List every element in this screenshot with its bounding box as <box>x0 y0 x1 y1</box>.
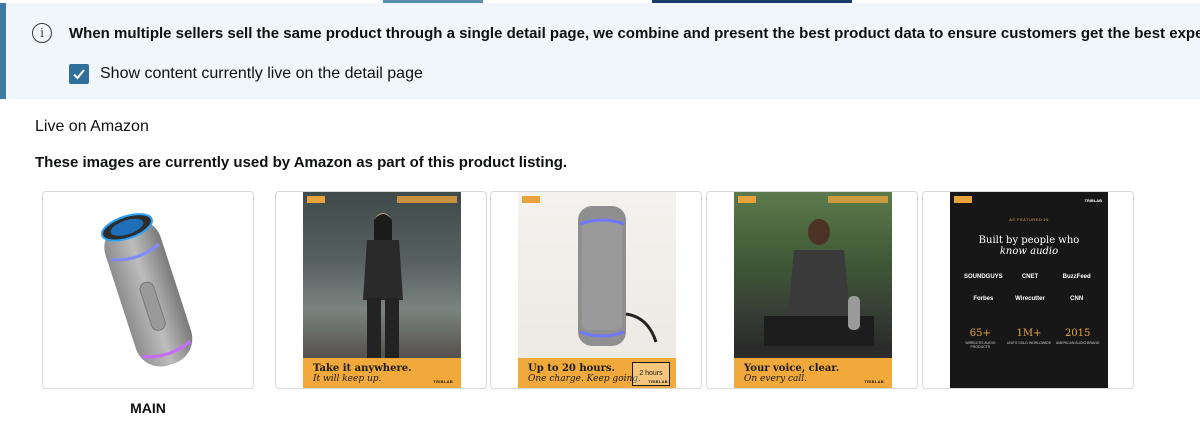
press-features-image: TRIBLAB AS FEATURED IN Built by people w… <box>950 192 1108 388</box>
new-badge <box>954 196 972 203</box>
press-logo: BuzzFeed <box>1062 274 1091 280</box>
speaker-main-image <box>43 192 253 388</box>
press-subline: know audio <box>999 246 1059 257</box>
stat-value: 2015 <box>1064 328 1091 339</box>
feature-tags <box>828 196 888 203</box>
press-logo: Wirecutter <box>1015 296 1045 302</box>
image-card-4[interactable]: Your voice, clear. On every call. TRIBLA… <box>706 191 918 389</box>
info-banner: i When multiple sellers sell the same pr… <box>0 3 1200 99</box>
feature-tags <box>397 196 457 203</box>
brand-logo: TRIBLAB <box>648 379 668 384</box>
checkmark-icon <box>73 69 85 80</box>
caption-strip: Take it anywhere. It will keep up. TRIBL… <box>303 358 461 388</box>
image-headline: Up to 20 hours. <box>528 363 615 374</box>
stat-label: AMERICAN AUDIO BRAND <box>1055 341 1100 345</box>
section-title: Live on Amazon <box>35 118 149 135</box>
section-description: These images are currently used by Amazo… <box>35 154 568 171</box>
lifestyle-image-outdoor: Take it anywhere. It will keep up. TRIBL… <box>303 192 461 388</box>
press-logo: Forbes <box>973 296 994 302</box>
new-badge <box>307 196 325 203</box>
stat: 2015 AMERICAN AUDIO BRAND <box>1053 328 1102 349</box>
caption-strip: Your voice, clear. On every call. TRIBLA… <box>734 358 892 388</box>
brand-logo: TRIBLAB <box>433 379 453 384</box>
new-badge <box>522 196 540 203</box>
stat-label: WIRELESS AUDIO PRODUCTS <box>965 341 996 349</box>
speaker-upright <box>578 206 658 346</box>
show-live-content-checkbox[interactable] <box>69 64 89 84</box>
person-grilling <box>764 219 874 346</box>
info-icon: i <box>32 23 52 43</box>
image-subline: One charge. Keep going. <box>528 374 641 384</box>
press-logo: CNN <box>1070 296 1084 302</box>
image-headline: Your voice, clear. <box>744 363 840 374</box>
person-figure <box>363 213 403 358</box>
press-logo: SOUNDGUYS <box>963 274 1003 280</box>
checkbox-label[interactable]: Show content currently live on the detai… <box>100 65 423 83</box>
featured-label: AS FEATURED IN <box>1009 217 1049 222</box>
image-headline: Take it anywhere. <box>313 363 412 374</box>
stat-value: 1M+ <box>1016 328 1042 339</box>
image-card-2[interactable]: Take it anywhere. It will keep up. TRIBL… <box>275 191 487 389</box>
stat-label: UNITS SOLD WORLDWIDE <box>1006 341 1052 345</box>
caption-strip: Up to 20 hours. One charge. Keep going. … <box>518 358 676 388</box>
stats-row: 65+ WIRELESS AUDIO PRODUCTS 1M+ UNITS SOLD… <box>956 328 1102 349</box>
lifestyle-image-grill: Your voice, clear. On every call. TRIBLA… <box>734 192 892 388</box>
image-card-5[interactable]: TRIBLAB AS FEATURED IN Built by people w… <box>922 191 1134 389</box>
stat-value: 65+ <box>969 328 991 339</box>
brand-logo: TRIBLAB <box>1084 198 1102 203</box>
press-logo: CNET <box>1021 274 1039 280</box>
main-image-caption: MAIN <box>130 400 166 416</box>
brand-logo: TRIBLAB <box>864 379 884 384</box>
product-charging-image: Up to 20 hours. One charge. Keep going. … <box>518 192 676 388</box>
press-headline: Built by people who <box>978 235 1080 246</box>
image-subline: It will keep up. <box>313 374 382 384</box>
image-card-main[interactable] <box>42 191 254 389</box>
new-badge <box>738 196 756 203</box>
stat: 65+ WIRELESS AUDIO PRODUCTS <box>956 328 1005 349</box>
stat: 1M+ UNITS SOLD WORLDWIDE <box>1005 328 1054 349</box>
image-subline: On every call. <box>744 374 808 384</box>
image-card-3[interactable]: Up to 20 hours. One charge. Keep going. … <box>490 191 702 389</box>
press-logos: SOUNDGUYS CNET BuzzFeed Forbes Wirecutte… <box>960 274 1100 302</box>
banner-message: When multiple sellers sell the same prod… <box>69 25 1200 42</box>
